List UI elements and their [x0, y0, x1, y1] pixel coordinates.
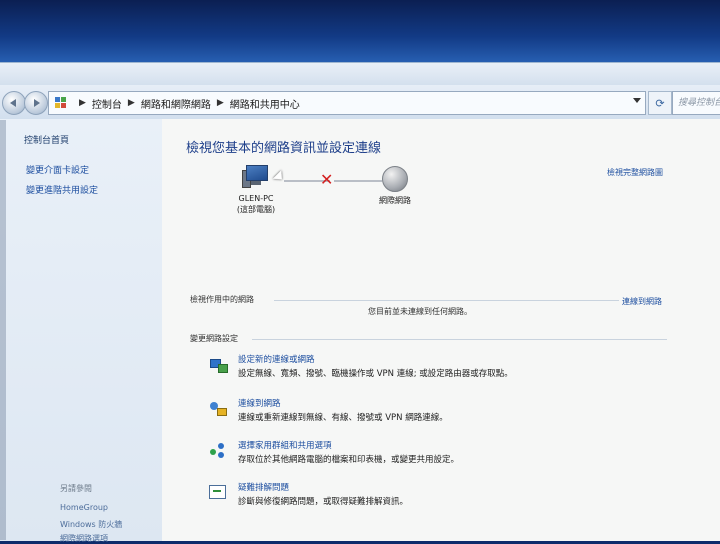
disconnected-x-icon: ✕	[320, 170, 334, 189]
breadcrumb-network-internet[interactable]: 網路和網際網路	[141, 96, 211, 111]
back-button[interactable]	[2, 91, 26, 115]
sidebar-home-link[interactable]: 控制台首頁	[24, 133, 69, 146]
computer-subtitle: (這部電腦)	[236, 205, 276, 214]
task-description: 診斷與修復網路問題，或取得疑難排解資訊。	[238, 497, 409, 507]
computer-name: GLEN-PC	[238, 194, 274, 203]
title-bar	[0, 63, 720, 85]
refresh-button[interactable]: ⟳	[648, 91, 672, 115]
chevron-right-icon[interactable]: ▶	[217, 98, 224, 108]
connect-network-link[interactable]: 連線到網路	[238, 397, 281, 409]
breadcrumb-control-panel[interactable]: 控制台	[92, 96, 122, 111]
breadcrumb[interactable]: ▶ 控制台 ▶ 網路和網際網路 ▶ 網路和共用中心	[48, 91, 646, 115]
internet-globe-icon	[382, 166, 408, 192]
control-panel-icon	[55, 97, 69, 109]
homegroup-icon	[208, 441, 228, 459]
explorer-window: ▶ 控制台 ▶ 網路和網際網路 ▶ 網路和共用中心 ⟳ 搜尋控制台 控制台首頁 …	[0, 62, 720, 544]
desktop-background	[0, 0, 720, 66]
sidebar-item-adapter-settings[interactable]: 變更介面卡設定	[26, 163, 89, 176]
section-divider	[252, 339, 667, 340]
main-content: 檢視您基本的網路資訊並設定連線 檢視完整網路圖 GLEN-PC (這部電腦) ✕…	[162, 119, 720, 541]
task-description: 設定無線、寬頻、撥號、臨機操作或 VPN 連線; 或設定路由器或存取點。	[238, 369, 513, 379]
sidebar-item-homegroup[interactable]: HomeGroup	[60, 503, 108, 512]
connection-line	[334, 180, 382, 182]
forward-button[interactable]	[24, 91, 48, 115]
computer-icon	[242, 165, 268, 188]
computer-node: GLEN-PC (這部電腦)	[222, 193, 290, 215]
troubleshoot-icon	[208, 483, 228, 501]
chevron-right-icon[interactable]: ▶	[128, 98, 135, 108]
view-full-map-link[interactable]: 檢視完整網路圖	[607, 167, 663, 178]
see-also-heading: 另請參閱	[60, 484, 92, 493]
troubleshoot-link[interactable]: 疑難排解問題	[238, 481, 289, 493]
window-shadow	[0, 120, 6, 540]
setup-connection-link[interactable]: 設定新的連線或網路	[238, 353, 315, 365]
network-setup-icon	[208, 355, 228, 373]
search-input[interactable]: 搜尋控制台	[672, 91, 720, 115]
chevron-down-icon[interactable]	[633, 98, 641, 103]
breadcrumb-network-sharing-center[interactable]: 網路和共用中心	[230, 96, 300, 111]
task-description: 連線或重新連線到無線、有線、撥號或 VPN 網路連線。	[238, 413, 448, 423]
connect-to-network-link[interactable]: 連線到網路	[622, 296, 662, 307]
change-settings-heading: 變更網路設定	[190, 334, 238, 343]
homegroup-sharing-link[interactable]: 選擇家用群組和共用選項	[238, 439, 332, 451]
sidebar-item-advanced-sharing[interactable]: 變更進階共用設定	[26, 183, 98, 196]
section-divider	[274, 300, 619, 301]
chevron-right-icon: ▶	[79, 98, 86, 108]
connect-network-icon	[208, 399, 228, 417]
internet-label: 網際網路	[379, 196, 411, 205]
active-networks-heading: 檢視作用中的網路	[190, 295, 254, 304]
page-title: 檢視您基本的網路資訊並設定連線	[186, 141, 382, 156]
sidebar-item-firewall[interactable]: Windows 防火牆	[60, 519, 122, 530]
sidebar: 控制台首頁 變更介面卡設定 變更進階共用設定 另請參閱 HomeGroup Wi…	[0, 119, 162, 544]
task-description: 存取位於其他網路電腦的檔案和印表機，或變更共用設定。	[238, 455, 460, 465]
connection-status-text: 您目前並未連線到任何網路。	[368, 307, 472, 316]
sidebar-item-internet-options[interactable]: 網際網路選項	[60, 533, 108, 544]
address-toolbar: ▶ 控制台 ▶ 網路和網際網路 ▶ 網路和共用中心 ⟳ 搜尋控制台	[0, 85, 720, 120]
refresh-icon: ⟳	[655, 96, 665, 110]
